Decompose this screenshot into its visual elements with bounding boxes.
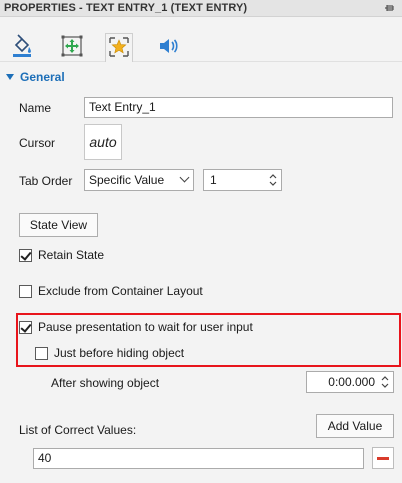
pause-label: Pause presentation to wait for user inpu… (38, 320, 253, 334)
spinner-arrows-icon[interactable] (380, 373, 390, 391)
cursor-picker[interactable]: auto (84, 124, 122, 160)
retain-state-checkbox[interactable]: Retain State (19, 248, 104, 262)
minus-icon (377, 456, 389, 460)
name-label: Name (19, 101, 52, 115)
after-showing-label: After showing object (51, 376, 160, 390)
cursor-label: Cursor (19, 136, 56, 150)
tab-style[interactable] (8, 33, 36, 61)
tab-size-position[interactable] (58, 33, 86, 61)
correct-values-label: List of Correct Values: (19, 423, 137, 437)
pause-checkbox-box[interactable] (19, 320, 32, 334)
name-input[interactable]: Text Entry_1 (84, 97, 393, 118)
after-showing-time-value: 0:00.000 (328, 375, 375, 389)
interaction-star-icon (107, 35, 131, 62)
before-hiding-checkbox-box[interactable] (35, 346, 48, 360)
exclude-container-checkbox[interactable]: Exclude from Container Layout (19, 284, 203, 298)
fill-bucket-icon (10, 33, 34, 61)
tab-order-label: Tab Order (19, 174, 73, 188)
before-hiding-label: Just before hiding object (54, 346, 185, 360)
pause-checkbox[interactable]: Pause presentation to wait for user inpu… (19, 320, 253, 334)
before-hiding-checkbox[interactable]: Just before hiding object (35, 346, 184, 360)
add-value-button[interactable]: Add Value (316, 414, 394, 438)
section-general-label: General (20, 70, 65, 84)
panel-titlebar: PROPERTIES - TEXT ENTRY_1 (TEXT ENTRY) (0, 0, 402, 17)
size-position-icon (60, 34, 84, 61)
tab-audio[interactable] (155, 33, 183, 61)
audio-speaker-icon (157, 34, 181, 61)
after-showing-time-input[interactable]: 0:00.000 (306, 371, 394, 393)
exclude-container-label: Exclude from Container Layout (38, 284, 203, 298)
tab-interaction[interactable] (105, 33, 133, 62)
remove-value-button[interactable] (372, 447, 394, 469)
property-tabs (0, 17, 402, 62)
retain-state-checkbox-box[interactable] (19, 248, 32, 262)
correct-value-input[interactable]: 40 (33, 448, 364, 469)
tab-order-number-value: 1 (210, 173, 217, 187)
state-view-button[interactable]: State View (19, 213, 98, 237)
tab-order-select-value: Specific Value (89, 173, 165, 187)
retain-state-label: Retain State (38, 248, 105, 262)
pin-icon[interactable] (382, 1, 396, 15)
exclude-container-checkbox-box[interactable] (19, 284, 32, 298)
section-general[interactable]: General (6, 69, 65, 85)
panel-title: PROPERTIES - TEXT ENTRY_1 (TEXT ENTRY) (4, 2, 248, 14)
spinner-arrows-icon[interactable] (268, 171, 278, 189)
tab-order-select[interactable]: Specific Value (84, 169, 194, 191)
expand-triangle-icon (6, 74, 14, 80)
chevron-down-icon (179, 172, 190, 183)
tab-order-number-input[interactable]: 1 (203, 169, 282, 191)
